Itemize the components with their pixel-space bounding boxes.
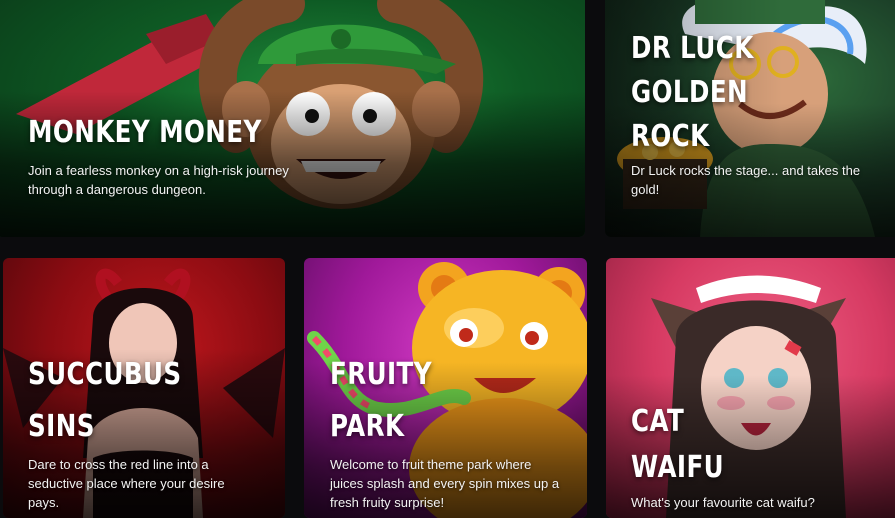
game-card-monkey-money[interactable]: Monkey Money Join a fearless monkey on a… bbox=[0, 0, 585, 237]
card-content: Fruity Park Welcome to fruit theme park … bbox=[330, 349, 561, 512]
game-description: Welcome to fruit theme park where juices… bbox=[330, 457, 560, 510]
card-content: Monkey Money Join a fearless monkey on a… bbox=[28, 107, 559, 199]
game-card-fruity-park[interactable]: Fruity Park Welcome to fruit theme park … bbox=[304, 258, 587, 518]
game-title-line: Dr Luck bbox=[631, 31, 754, 66]
game-title-line: Golden bbox=[631, 75, 749, 110]
game-title-line: Succubus bbox=[28, 357, 182, 392]
game-title-line: Park bbox=[330, 409, 405, 444]
game-description: Dr Luck rocks the stage... and takes the… bbox=[631, 163, 861, 197]
card-content: Dr Luck Golden Rock Dr Luck rocks the st… bbox=[631, 27, 874, 199]
game-card-succubus-sins[interactable]: Succubus Sins Dare to cross the red line… bbox=[3, 258, 285, 518]
game-title-line: Cat bbox=[631, 404, 685, 439]
game-title: Dr Luck Golden Rock bbox=[631, 27, 830, 159]
card-content: Cat Waifu What's your favourite cat waif… bbox=[631, 399, 875, 512]
game-card-cat-waifu[interactable]: Cat Waifu What's your favourite cat waif… bbox=[606, 258, 895, 518]
game-title-line: Fruity bbox=[330, 357, 432, 392]
game-description: Join a fearless monkey on a high-risk jo… bbox=[28, 163, 289, 197]
game-description: Dare to cross the red line into a seduct… bbox=[28, 457, 225, 510]
game-title-line: Waifu bbox=[631, 450, 725, 485]
card-content: Succubus Sins Dare to cross the red line… bbox=[28, 349, 259, 512]
game-title-line: Rock bbox=[631, 119, 710, 154]
game-title: Monkey Money bbox=[28, 107, 463, 159]
game-title-line: Sins bbox=[28, 409, 95, 444]
game-title-line: Monkey Money bbox=[28, 115, 262, 150]
game-card-dr-luck-golden-rock[interactable]: Dr Luck Golden Rock Dr Luck rocks the st… bbox=[605, 0, 895, 237]
game-title: Succubus Sins bbox=[28, 349, 217, 453]
game-title: Cat Waifu bbox=[631, 399, 831, 491]
game-title: Fruity Park bbox=[330, 349, 519, 453]
